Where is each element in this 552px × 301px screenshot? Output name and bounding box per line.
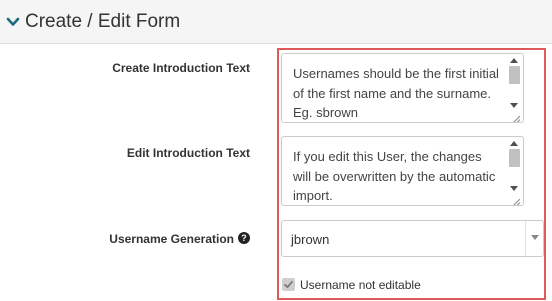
chevron-down-icon xyxy=(531,235,539,240)
edit-intro-textarea[interactable]: If you edit this User, the changes will … xyxy=(281,136,524,206)
scroll-thumb[interactable] xyxy=(509,149,520,167)
create-intro-text[interactable]: Usernames should be the first initial of… xyxy=(293,64,503,122)
question-circle-icon[interactable]: ? xyxy=(238,232,250,244)
chevron-down-icon[interactable] xyxy=(6,15,20,29)
username-generation-value: jbrown xyxy=(291,232,330,247)
panel-header[interactable]: Create / Edit Form xyxy=(0,0,552,44)
edit-intro-label: Edit Introduction Text xyxy=(126,146,250,160)
edit-intro-text[interactable]: If you edit this User, the changes will … xyxy=(293,147,503,205)
username-not-editable-checkbox[interactable] xyxy=(282,278,295,291)
resize-grip-icon[interactable] xyxy=(512,194,521,205)
scroll-thumb[interactable] xyxy=(509,66,520,84)
panel-title: Create / Edit Form xyxy=(25,10,181,32)
username-generation-label: Username Generation xyxy=(109,232,234,246)
scroll-down-arrow-icon[interactable] xyxy=(510,186,518,191)
create-intro-label: Create Introduction Text xyxy=(112,61,250,75)
scroll-up-arrow-icon[interactable] xyxy=(510,141,518,146)
username-not-editable-label[interactable]: Username not editable xyxy=(300,278,421,292)
scroll-down-arrow-icon[interactable] xyxy=(510,103,518,108)
create-intro-textarea[interactable]: Usernames should be the first initial of… xyxy=(281,53,524,123)
username-generation-select[interactable]: jbrown xyxy=(281,220,544,257)
select-dropdown-button[interactable] xyxy=(525,221,543,256)
scroll-up-arrow-icon[interactable] xyxy=(510,58,518,63)
resize-grip-icon[interactable] xyxy=(512,111,521,122)
